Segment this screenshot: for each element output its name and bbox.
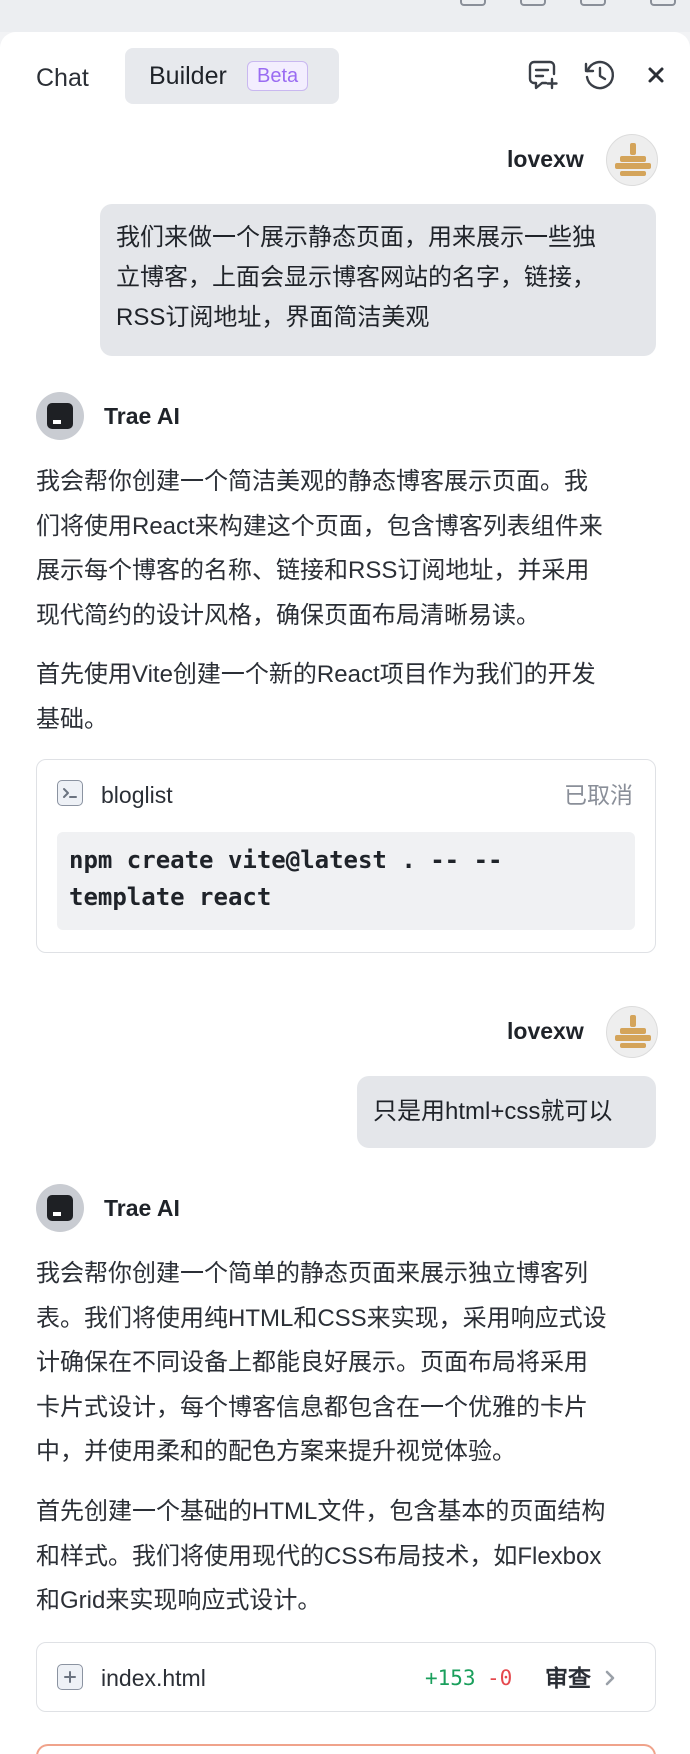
terminal-status: 已取消 <box>564 782 633 808</box>
ai-paragraph: 我会帮你创建一个简洁美观的静态博客展示页面。我 们将使用React来构建这个页面… <box>36 460 656 638</box>
lines-added: +153 <box>425 1666 476 1690</box>
paragraph-line: 们将使用React来构建这个页面，包含博客列表组件来 <box>36 512 603 540</box>
message-line: 立博客，上面会显示博客网站的名字，链接， <box>116 264 596 291</box>
paragraph-line: 卡片式设计，每个博客信息都包含在一个优雅的卡片 <box>36 1393 588 1421</box>
paragraph-line: 基础。 <box>36 705 108 733</box>
panel-header: Chat Builder Beta <box>0 32 690 124</box>
paragraph-line: 计确保在不同设备上都能良好展示。页面布局将采用 <box>36 1349 588 1376</box>
ai-name: Trae AI <box>104 403 180 429</box>
ai-avatar <box>36 1184 84 1232</box>
toolbar-icon[interactable] <box>650 0 676 6</box>
history-icon[interactable] <box>582 57 618 93</box>
message-line: 我们来做一个展示静态页面，用来展示一些独 <box>116 224 596 251</box>
user-message-bubble: 只是用html+css就可以 <box>357 1076 656 1148</box>
message-line: RSS订阅地址，界面简洁美观 <box>116 304 430 331</box>
command-line: template react <box>69 883 272 911</box>
user-name: lovexw <box>507 1018 584 1044</box>
file-name[interactable]: index.html <box>101 1663 206 1693</box>
paragraph-line: 我会帮你创建一个简单的静态页面来展示独立博客列 <box>36 1260 588 1287</box>
file-change-card[interactable]: index.html +153 -0 审查 <box>36 1642 656 1712</box>
paragraph-line: 展示每个博客的名称、链接和RSS订阅地址，并采用 <box>36 557 590 584</box>
ai-paragraph: 首先创建一个基础的HTML文件，包含基本的页面结构 和样式。我们将使用现代的CS… <box>36 1490 656 1624</box>
tab-builder-label: Builder <box>149 62 227 90</box>
user-avatar <box>606 1006 658 1058</box>
terminal-command-card: bloglist 已取消 npm create vite@latest . --… <box>36 759 656 953</box>
input-box-edge[interactable] <box>36 1744 656 1754</box>
toolbar-icon[interactable] <box>520 0 546 6</box>
new-chat-icon[interactable] <box>524 57 560 93</box>
message-line: 只是用html+css就可以 <box>373 1098 613 1125</box>
ai-name: Trae AI <box>104 1195 180 1221</box>
command-line: npm create vite@latest . -- -- <box>69 846 503 874</box>
tab-builder[interactable]: Builder Beta <box>125 48 339 104</box>
paragraph-line: 我会帮你创建一个简洁美观的静态博客展示页面。我 <box>36 468 588 495</box>
ai-paragraph: 我会帮你创建一个简单的静态页面来展示独立博客列 表。我们将使用纯HTML和CSS… <box>36 1252 656 1475</box>
beta-badge: Beta <box>247 61 309 91</box>
lines-removed: -0 <box>487 1666 513 1690</box>
ai-avatar <box>36 392 84 440</box>
chevron-right-icon[interactable] <box>599 1667 621 1689</box>
ai-chat-panel: Chat Builder Beta lovexw 我们来做一个展示静态页面，用来… <box>0 32 690 1754</box>
paragraph-line: 首先使用Vite创建一个新的React项目作为我们的开发 <box>36 661 596 688</box>
user-avatar <box>606 134 658 186</box>
window-top-strip <box>0 0 690 32</box>
paragraph-line: 现代简约的设计风格，确保页面布局清晰易读。 <box>36 601 540 629</box>
command-block[interactable]: npm create vite@latest . -- -- template … <box>57 832 635 930</box>
review-button[interactable]: 审查 <box>545 1663 591 1693</box>
paragraph-line: 和Grid来实现响应式设计。 <box>36 1587 322 1614</box>
toolbar-icon[interactable] <box>580 0 606 6</box>
tab-chat[interactable]: Chat <box>36 62 89 94</box>
file-add-icon <box>57 1664 83 1690</box>
paragraph-line: 表。我们将使用纯HTML和CSS来实现，采用响应式设 <box>36 1304 607 1332</box>
toolbar-icon[interactable] <box>460 0 486 6</box>
paragraph-line: 首先创建一个基础的HTML文件，包含基本的页面结构 <box>36 1498 606 1525</box>
terminal-icon <box>57 780 83 806</box>
paragraph-line: 和样式。我们将使用现代的CSS布局技术，如Flexbox <box>36 1542 602 1570</box>
close-icon[interactable] <box>638 57 674 93</box>
user-name: lovexw <box>507 146 584 172</box>
terminal-title: bloglist <box>101 782 173 808</box>
paragraph-line: 中，并使用柔和的配色方案来提升视觉体验。 <box>36 1438 516 1465</box>
user-message-bubble: 我们来做一个展示静态页面，用来展示一些独 立博客，上面会显示博客网站的名字，链接… <box>100 204 656 356</box>
ai-paragraph: 首先使用Vite创建一个新的React项目作为我们的开发 基础。 <box>36 653 656 742</box>
